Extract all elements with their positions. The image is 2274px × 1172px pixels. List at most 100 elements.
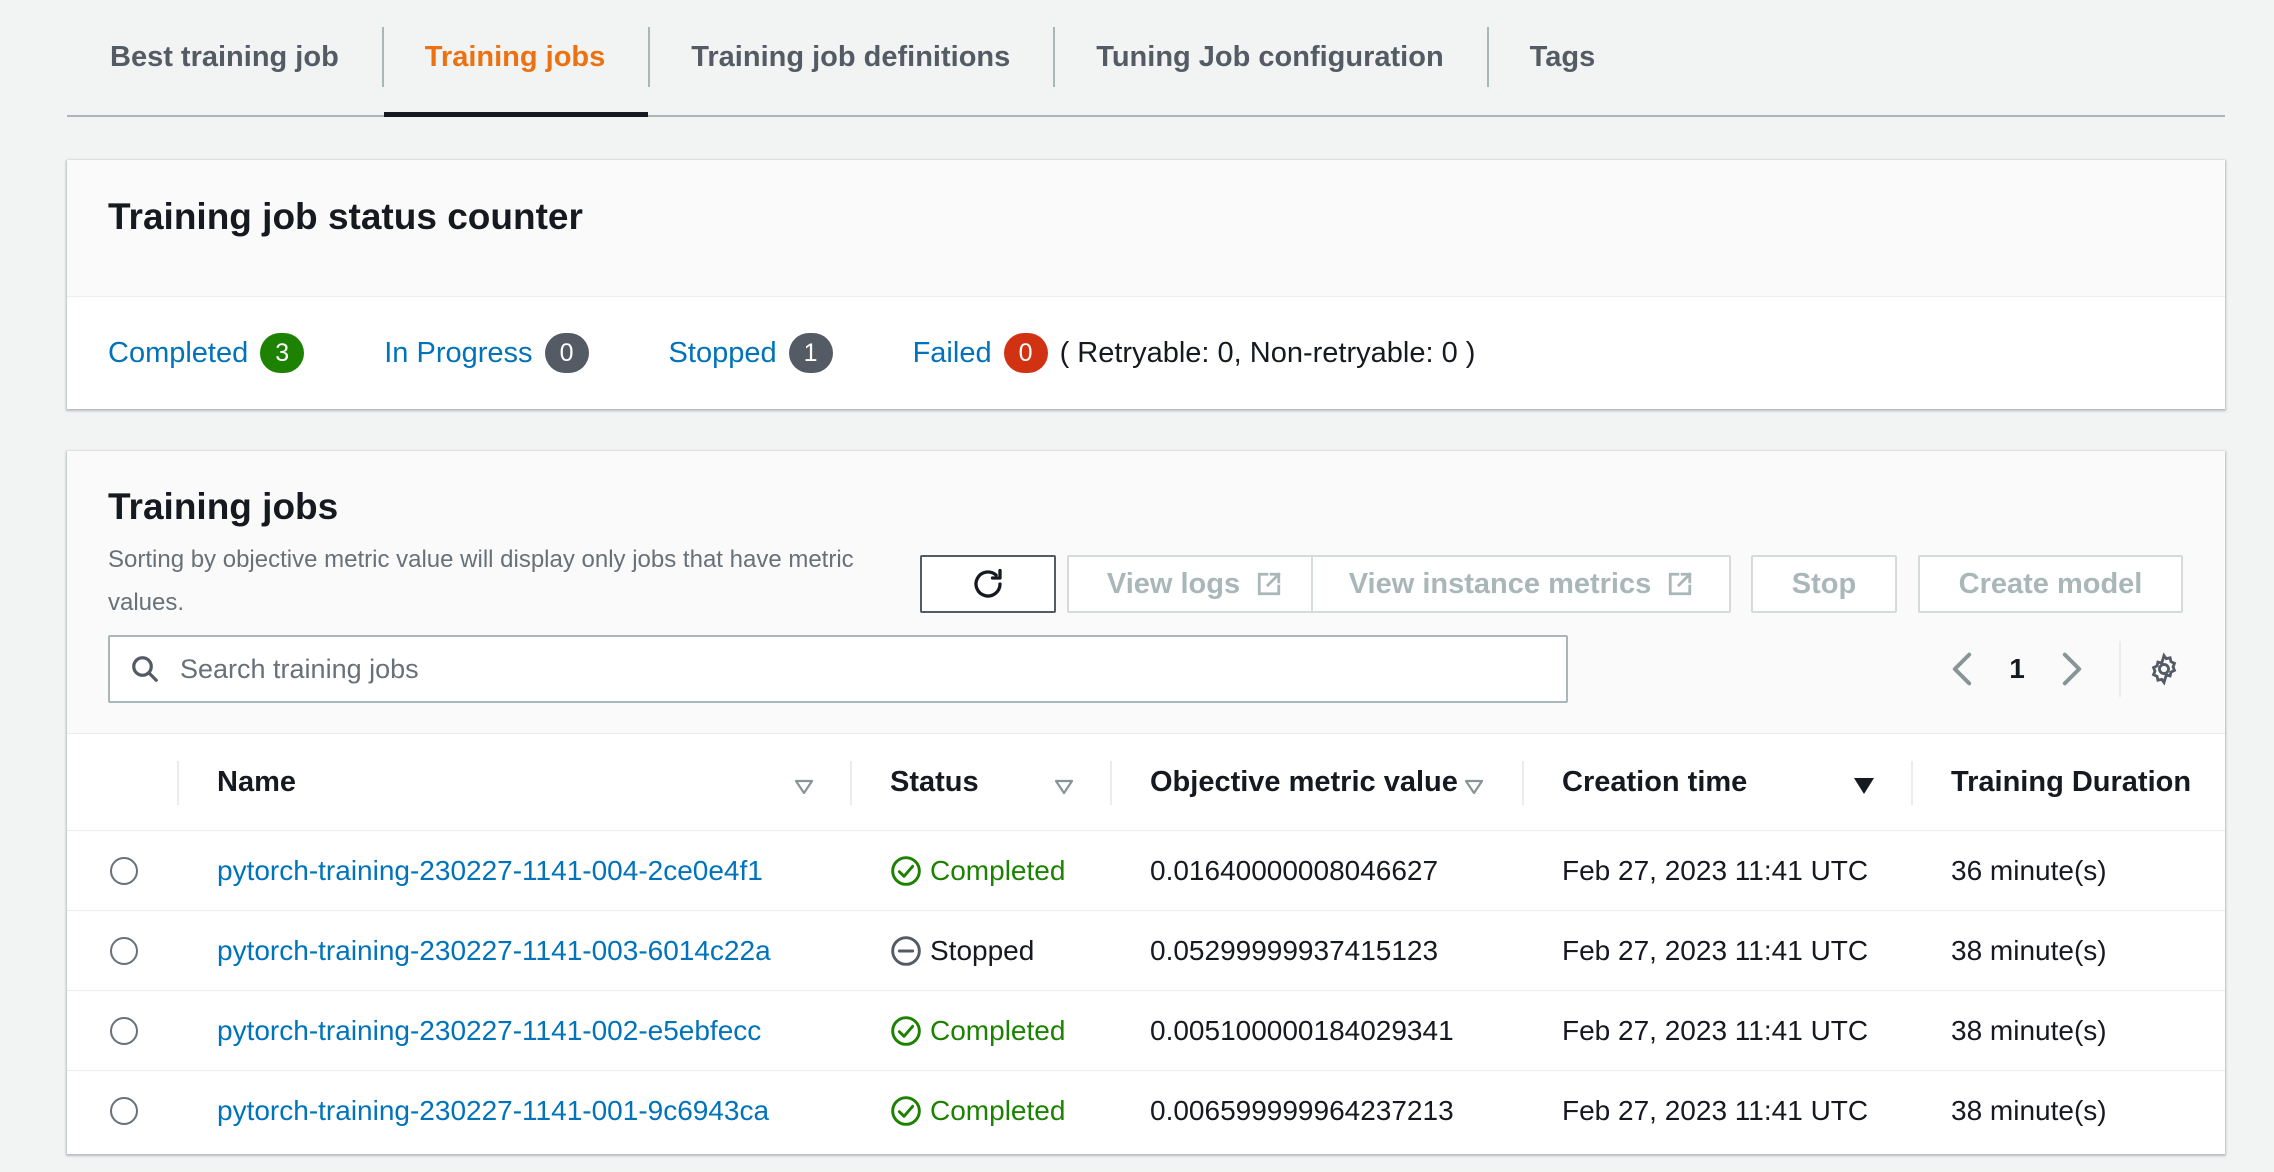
status-in-progress: In Progress 0 [384,333,589,373]
tab-best-training-job[interactable]: Best training job [67,0,382,115]
status-indicator: Completed [890,1095,1065,1127]
training-jobs-title: Training jobs [108,486,339,527]
status-indicator: Stopped [890,935,1034,967]
check-circle-icon [890,1095,922,1127]
tab-bar: Best training job Training jobs Training… [67,0,2225,117]
failed-link[interactable]: Failed [913,337,992,370]
status-completed: Completed 3 [108,333,305,373]
row-radio[interactable] [110,856,138,885]
status-failed: Failed 0 ( Retryable: 0, Non-retryable: … [913,333,1476,373]
sort-caret-icon[interactable] [1054,770,1074,803]
tab-training-jobs[interactable]: Training jobs [381,0,649,117]
table-row[interactable]: pytorch-training-230227-1141-004-2ce0e4f… [67,831,2225,911]
tab-training-job-definitions[interactable]: Training job definitions [648,0,1053,115]
creation-time-value: Feb 27, 2023 11:41 UTC [1562,854,1869,886]
status-text: Completed [930,854,1066,886]
training-jobs-panel: Training jobs Sorting by objective metri… [67,451,2225,1154]
creation-time-cell: Feb 27, 2023 11:41 UTC [1522,991,1911,1070]
status-counter-panel: Training job status counter Completed 3 … [67,160,2225,409]
metric-value: 0.006599999964237213 [1150,1095,1454,1126]
creation-time-cell: Feb 27, 2023 11:41 UTC [1522,911,1911,990]
refresh-button[interactable] [920,555,1056,613]
job-name-link[interactable]: pytorch-training-230227-1141-003-6014c22… [217,935,771,967]
column-header-creation-time[interactable]: Creation time [1522,734,1911,830]
table-row[interactable]: pytorch-training-230227-1141-003-6014c22… [67,911,2225,991]
search-icon [110,654,180,684]
gear-icon[interactable] [2147,652,2181,686]
stopped-link[interactable]: Stopped [669,337,777,370]
completed-link[interactable]: Completed [108,337,248,370]
table-header-row: Name Status Objective metric value Creat… [67,734,2225,831]
job-name-cell: pytorch-training-230227-1141-002-e5ebfec… [177,991,850,1070]
row-radio[interactable] [110,1016,138,1045]
completed-count-badge: 3 [260,333,305,373]
sort-desc-active-icon[interactable] [1853,770,1875,803]
job-name-cell: pytorch-training-230227-1141-004-2ce0e4f… [177,831,850,910]
column-header-status[interactable]: Status [850,734,1110,830]
column-header-objective-metric[interactable]: Objective metric value [1110,734,1522,830]
creation-time-value: Feb 27, 2023 11:41 UTC [1562,1095,1869,1126]
metric-value: 0.05299999937415123 [1150,934,1439,966]
sort-caret-icon[interactable] [1464,770,1484,803]
chevron-right-icon[interactable] [2047,651,2097,687]
duration-value: 38 minute(s) [1951,1014,2107,1046]
column-label: Creation time [1562,765,1748,798]
creation-time-value: Feb 27, 2023 11:41 UTC [1562,934,1869,966]
column-header-name[interactable]: Name [177,734,850,830]
job-name-cell: pytorch-training-230227-1141-003-6014c22… [177,911,850,990]
search-input[interactable] [180,637,1566,701]
column-label: Name [217,765,296,798]
row-radio[interactable] [110,936,138,965]
duration-cell: 38 minute(s) [1911,911,2225,990]
tab-tuning-job-configuration[interactable]: Tuning Job configuration [1053,0,1486,115]
job-name-link[interactable]: pytorch-training-230227-1141-004-2ce0e4f… [217,855,763,887]
creation-time-value: Feb 27, 2023 11:41 UTC [1562,1014,1869,1046]
metric-cell: 0.005100000184029341 [1110,991,1522,1070]
view-instance-metrics-button[interactable]: View instance metrics [1311,555,1731,613]
job-name-link[interactable]: pytorch-training-230227-1141-001-9c6943c… [217,1095,769,1127]
metric-cell: 0.006599999964237213 [1110,1071,1522,1151]
training-jobs-table: Name Status Objective metric value Creat… [67,734,2225,1151]
job-status-cell: Completed [850,831,1110,910]
duration-value: 38 minute(s) [1951,934,2107,966]
row-radio[interactable] [110,1097,138,1125]
metric-value: 0.005100000184029341 [1150,1014,1454,1046]
row-select [67,991,177,1070]
page-number[interactable]: 1 [1987,653,2047,685]
sort-caret-icon[interactable] [794,770,814,803]
status-indicator: Completed [890,1015,1065,1047]
external-link-icon [1256,571,1282,597]
column-header-training-duration[interactable]: Training Duration [1911,734,2225,830]
stopped-count-badge: 1 [788,333,833,373]
column-label: Training Duration [1951,765,2192,798]
duration-cell: 38 minute(s) [1911,1071,2225,1151]
view-logs-button[interactable]: View logs [1067,555,1322,613]
table-row[interactable]: pytorch-training-230227-1141-002-e5ebfec… [67,991,2225,1071]
creation-time-cell: Feb 27, 2023 11:41 UTC [1522,1071,1911,1151]
duration-cell: 38 minute(s) [1911,991,2225,1070]
job-status-cell: Stopped [850,911,1110,990]
create-model-button[interactable]: Create model [1918,555,2183,613]
status-counter-title: Training job status counter [108,196,583,237]
job-name-link[interactable]: pytorch-training-230227-1141-002-e5ebfec… [217,1015,761,1047]
pagination: 1 [1937,635,2181,703]
training-jobs-header: Training jobs Sorting by objective metri… [67,451,2225,734]
in-progress-link[interactable]: In Progress [384,337,532,370]
chevron-left-icon[interactable] [1937,651,1987,687]
column-label: Status [890,765,979,798]
select-header [67,734,177,830]
refresh-icon [970,566,1006,602]
column-label: Objective metric value [1150,765,1458,798]
duration-value: 38 minute(s) [1951,1095,2107,1126]
job-name-cell: pytorch-training-230227-1141-001-9c6943c… [177,1071,850,1151]
status-text: Completed [930,1014,1066,1046]
row-select [67,1071,177,1151]
job-status-cell: Completed [850,991,1110,1070]
tab-tags[interactable]: Tags [1486,0,1639,115]
stop-button[interactable]: Stop [1751,555,1897,613]
view-logs-label: View logs [1106,567,1241,600]
table-row[interactable]: pytorch-training-230227-1141-001-9c6943c… [67,1071,2225,1151]
retryable-note: ( Retryable: 0, Non-retryable: 0 ) [1059,336,1476,369]
pager-divider [2119,641,2121,697]
row-select [67,831,177,910]
